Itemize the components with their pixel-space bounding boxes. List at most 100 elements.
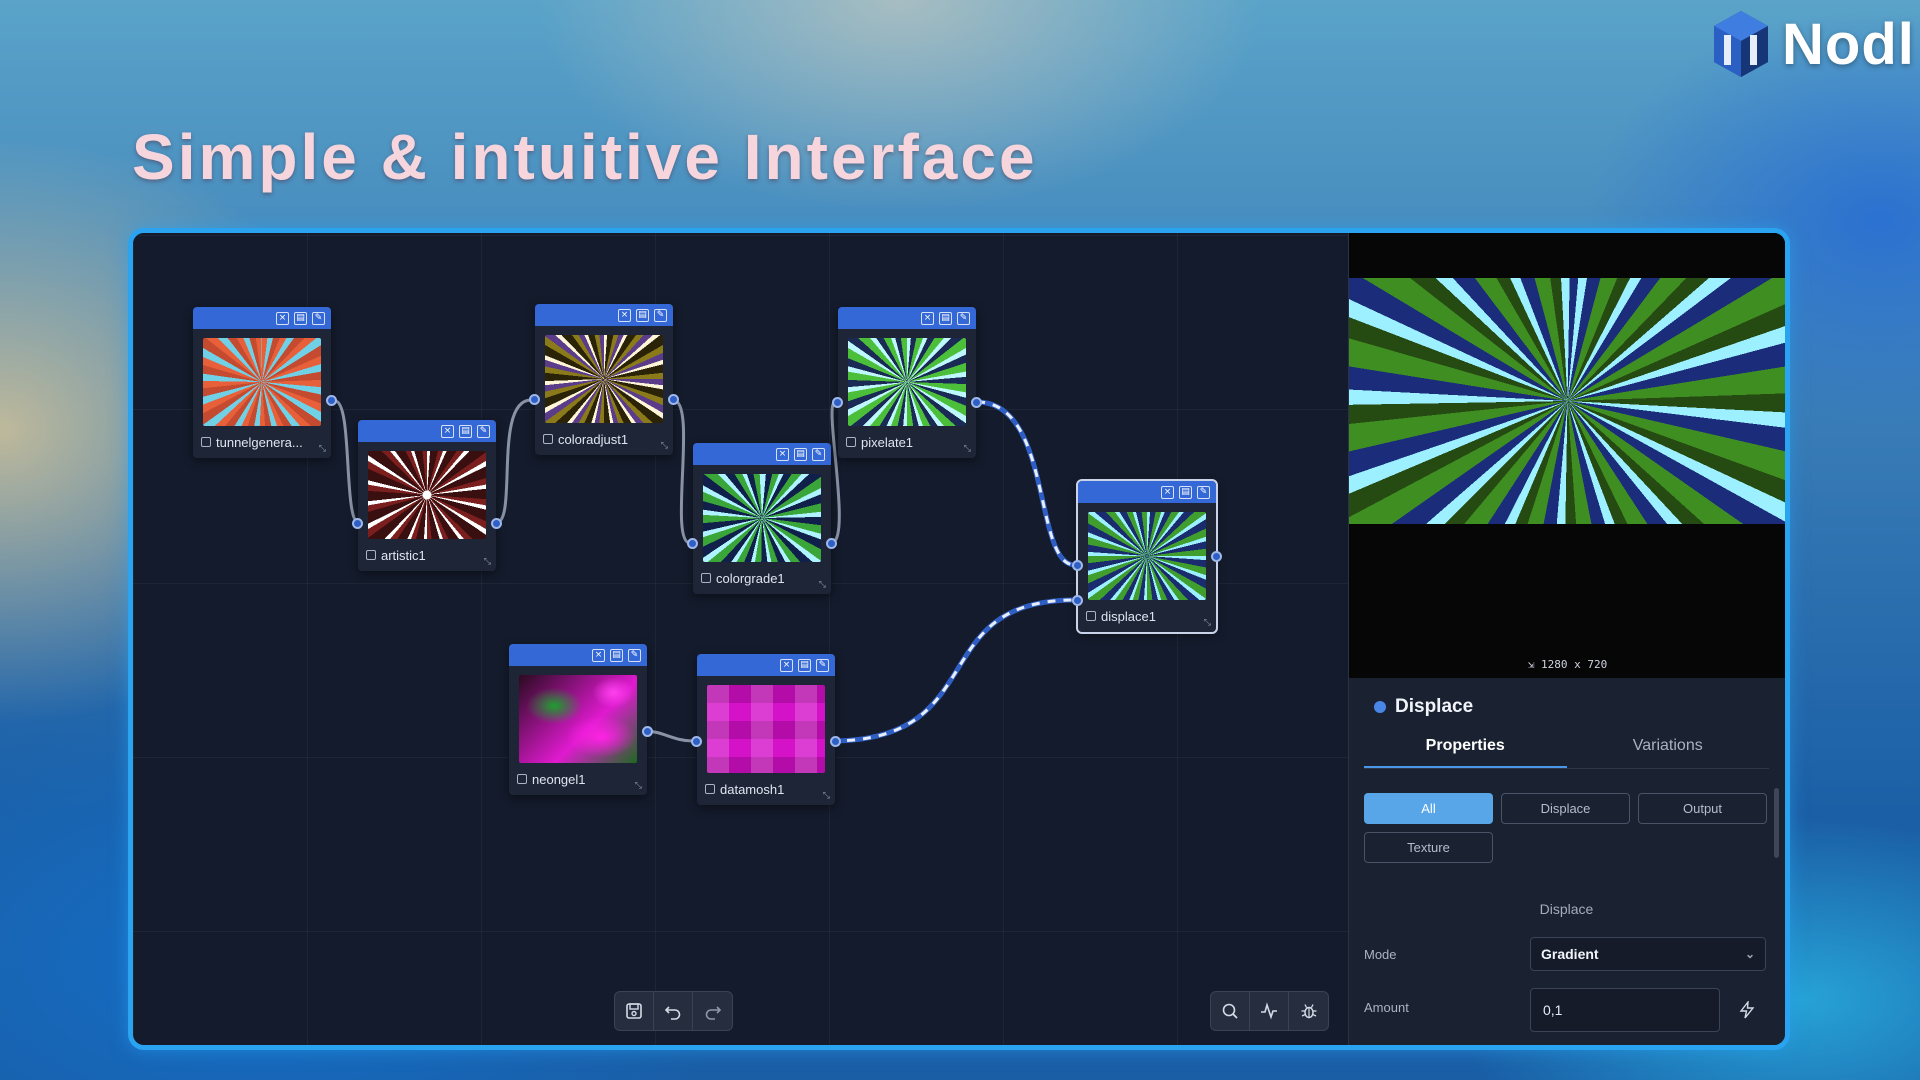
node-datamosh1[interactable]: × ▤ ✎ datamosh1 ⤡ — [691, 654, 841, 805]
edit-icon[interactable]: ✎ — [1197, 485, 1210, 499]
close-icon[interactable]: × — [276, 311, 289, 325]
activity-button[interactable] — [1250, 992, 1289, 1030]
save-icon[interactable]: ▤ — [794, 447, 807, 461]
close-icon[interactable]: × — [780, 658, 793, 672]
node-header[interactable]: × ▤ ✎ — [193, 307, 331, 329]
save-icon[interactable]: ▤ — [636, 308, 649, 322]
output-port[interactable] — [830, 736, 841, 747]
redo-button[interactable] — [693, 992, 732, 1030]
input-port[interactable] — [691, 736, 702, 747]
close-icon[interactable]: × — [776, 447, 789, 461]
edit-icon[interactable]: ✎ — [816, 658, 829, 672]
edit-icon[interactable]: ✎ — [957, 311, 970, 325]
node-thumbnail — [519, 675, 637, 763]
filter-all[interactable]: All — [1364, 793, 1493, 824]
debug-button[interactable] — [1289, 992, 1328, 1030]
input-port[interactable] — [529, 394, 540, 405]
save-icon[interactable]: ▤ — [939, 311, 952, 325]
node-thumbnail — [203, 338, 321, 426]
node-header[interactable]: × ▤ ✎ — [535, 304, 673, 326]
output-port[interactable] — [491, 518, 502, 529]
resize-handle-icon[interactable]: ⤡ — [319, 443, 326, 454]
close-icon[interactable]: × — [592, 648, 605, 662]
input-port-texture[interactable] — [1072, 595, 1083, 606]
node-displace1[interactable]: × ▤ ✎ displace1 ⤡ — [1072, 479, 1222, 634]
output-port[interactable] — [326, 395, 337, 406]
filter-displace[interactable]: Displace — [1501, 793, 1630, 824]
search-button[interactable] — [1211, 992, 1250, 1030]
edit-icon[interactable]: ✎ — [812, 447, 825, 461]
save-icon[interactable]: ▤ — [798, 658, 811, 672]
node-thumbnail — [703, 474, 821, 562]
panel-scrollbar[interactable] — [1774, 788, 1779, 858]
node-pixelate1[interactable]: × ▤ ✎ pixelate1 ⤡ — [832, 307, 982, 458]
brand-name: Nodl — [1782, 11, 1915, 77]
output-port[interactable] — [1211, 551, 1222, 562]
edit-icon[interactable]: ✎ — [654, 308, 667, 322]
node-type-icon — [201, 437, 211, 447]
resize-handle-icon[interactable]: ⤡ — [819, 579, 826, 590]
undo-button[interactable] — [654, 992, 693, 1030]
save-icon[interactable]: ▤ — [1179, 485, 1192, 499]
tab-variations[interactable]: Variations — [1567, 723, 1770, 768]
output-port[interactable] — [642, 726, 653, 737]
node-graph-canvas[interactable]: × ▤ ✎ tunnelgenera... ⤡ × ▤ ✎ artistic1 — [133, 233, 1348, 1045]
edit-icon[interactable]: ✎ — [477, 424, 490, 438]
close-icon[interactable]: × — [921, 311, 934, 325]
node-thumbnail — [1088, 512, 1206, 600]
node-coloradjust1[interactable]: × ▤ ✎ coloradjust1 ⤡ — [529, 304, 679, 455]
node-label: colorgrade1 — [716, 570, 785, 586]
filter-texture[interactable]: Texture — [1364, 832, 1493, 863]
chevron-down-icon: ⌄ — [1744, 947, 1755, 961]
resize-handle-icon[interactable]: ⤡ — [635, 780, 642, 791]
output-port[interactable] — [826, 538, 837, 549]
save-button[interactable] — [615, 992, 654, 1030]
node-header[interactable]: × ▤ ✎ — [1078, 481, 1216, 503]
save-icon[interactable]: ▤ — [610, 648, 623, 662]
mode-value: Gradient — [1541, 946, 1599, 962]
node-header[interactable]: × ▤ ✎ — [697, 654, 835, 676]
node-header[interactable]: × ▤ ✎ — [358, 420, 496, 442]
node-header[interactable]: × ▤ ✎ — [693, 443, 831, 465]
output-port[interactable] — [668, 394, 679, 405]
close-icon[interactable]: × — [618, 308, 631, 322]
resize-handle-icon[interactable]: ⤡ — [964, 443, 971, 454]
node-colorgrade1[interactable]: × ▤ ✎ colorgrade1 ⤡ — [687, 443, 837, 594]
node-type-icon — [1086, 611, 1096, 621]
input-port-source[interactable] — [1072, 560, 1083, 571]
resize-handle-icon[interactable]: ⤡ — [1204, 617, 1211, 628]
node-tunnelgenerator1[interactable]: × ▤ ✎ tunnelgenera... ⤡ — [193, 307, 337, 458]
input-port[interactable] — [687, 538, 698, 549]
canvas-toolbar-right — [1210, 991, 1329, 1031]
input-port[interactable] — [832, 397, 843, 408]
node-type-icon — [705, 784, 715, 794]
node-header[interactable]: × ▤ ✎ — [838, 307, 976, 329]
resolution-icon: ⇲ — [1527, 658, 1541, 671]
edit-icon[interactable]: ✎ — [628, 648, 641, 662]
preview-resolution: ⇲ 1280 x 720 — [1527, 658, 1608, 671]
panel-tabs: Properties Variations — [1364, 723, 1769, 769]
resize-handle-icon[interactable]: ⤡ — [823, 790, 830, 801]
amount-label: Amount — [1364, 1000, 1409, 1015]
tab-properties[interactable]: Properties — [1364, 723, 1567, 768]
close-icon[interactable]: × — [1161, 485, 1174, 499]
close-icon[interactable]: × — [441, 424, 454, 438]
node-thumbnail — [545, 335, 663, 423]
mode-select[interactable]: Gradient ⌄ — [1530, 937, 1766, 971]
input-port[interactable] — [352, 518, 363, 529]
node-label: tunnelgenera... — [216, 434, 303, 450]
amount-input[interactable]: 0,1 — [1530, 988, 1720, 1032]
resize-handle-icon[interactable]: ⤡ — [661, 440, 668, 451]
filter-output[interactable]: Output — [1638, 793, 1767, 824]
animate-button[interactable] — [1729, 991, 1765, 1029]
output-port[interactable] — [971, 397, 982, 408]
node-header[interactable]: × ▤ ✎ — [509, 644, 647, 666]
resize-handle-icon[interactable]: ⤡ — [484, 556, 491, 567]
edit-icon[interactable]: ✎ — [312, 311, 325, 325]
save-icon[interactable]: ▤ — [459, 424, 472, 438]
save-icon[interactable]: ▤ — [294, 311, 307, 325]
node-neongel1[interactable]: × ▤ ✎ neongel1 ⤡ — [509, 644, 653, 795]
redo-icon — [705, 1006, 721, 1020]
node-artistic1[interactable]: × ▤ ✎ artistic1 ⤡ — [352, 420, 502, 571]
search-icon — [1222, 1003, 1238, 1019]
